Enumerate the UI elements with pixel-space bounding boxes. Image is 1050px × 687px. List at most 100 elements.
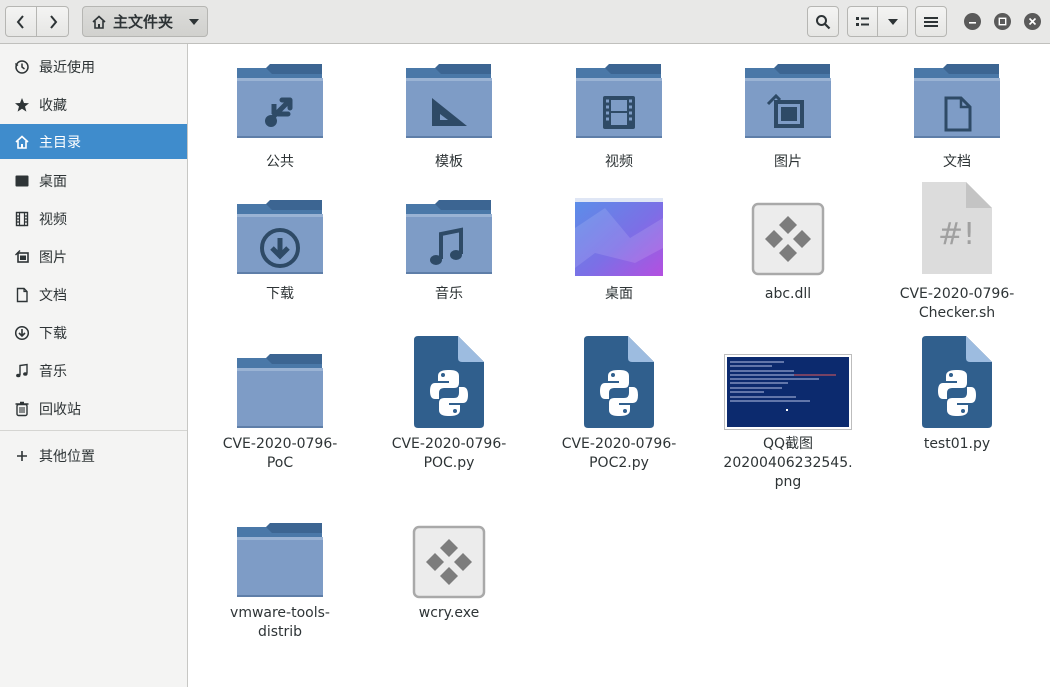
chevron-right-icon	[49, 14, 57, 29]
file-thumbnail	[713, 180, 863, 276]
sidebar-item-label: 最近使用	[39, 59, 95, 76]
file-icon-grid: 公共 模板 视频 图片 文档 下载 音乐 桌面 abc.dll #! CVE-2020-0796- …	[189, 44, 1050, 687]
path-label: 主文件夹	[113, 13, 174, 31]
folder-icon	[237, 523, 323, 597]
sidebar-item-label: 视频	[39, 211, 67, 228]
menu-button[interactable]	[915, 6, 947, 37]
file-manager-window: 主文件夹 最近使用 收藏 主目录 桌面 视频 图片 文档 下载 音乐 回收站 其…	[0, 0, 1050, 687]
sidebar-item-home[interactable]: 主目录	[0, 124, 187, 159]
download-icon	[13, 324, 31, 342]
star-icon	[13, 96, 31, 114]
file-thumbnail	[205, 503, 355, 599]
folder-icon	[576, 64, 662, 138]
file-name-label: CVE-2020-0796- PoC	[222, 436, 338, 471]
sidebar-item-recent[interactable]: 最近使用	[0, 49, 187, 84]
file-name-label: QQ截图 20200406232545. png	[723, 436, 853, 490]
list-view-icon	[855, 16, 869, 26]
file-name-label: 模板	[435, 154, 463, 170]
python-file-icon	[922, 336, 992, 428]
folder-icon	[745, 64, 831, 138]
sidebar-item-desktop[interactable]: 桌面	[0, 163, 187, 198]
sidebar-item-label: 音乐	[39, 363, 67, 380]
header-bar: 主文件夹	[0, 0, 1050, 44]
folder-icon	[406, 64, 492, 138]
folder-icon	[914, 64, 1000, 138]
home-icon	[92, 14, 106, 29]
search-button[interactable]	[807, 6, 839, 37]
file-name-label: CVE-2020-0796- POC.py	[391, 436, 507, 471]
svg-text:#!: #!	[938, 217, 975, 252]
file-thumbnail	[205, 44, 355, 140]
executable-file-icon	[751, 202, 825, 276]
maximize-button[interactable]	[994, 13, 1011, 30]
sidebar-item-other-locations[interactable]: 其他位置	[0, 438, 187, 473]
maximize-icon	[998, 17, 1007, 26]
music-icon	[13, 362, 31, 380]
path-bar-home-button[interactable]: 主文件夹	[82, 6, 208, 37]
file-name-label: CVE-2020-0796- Checker.sh	[899, 286, 1015, 321]
close-icon	[1028, 17, 1037, 26]
file-name-label: wcry.exe	[418, 605, 480, 621]
clock-icon	[13, 58, 31, 76]
caret-down-icon	[887, 18, 898, 25]
file-name-label: 视频	[605, 154, 633, 170]
sidebar-item-trash[interactable]: 回收站	[0, 391, 187, 426]
search-icon	[816, 14, 831, 29]
file-thumbnail	[544, 334, 694, 430]
folder-icon	[237, 64, 323, 138]
file-thumbnail	[205, 180, 355, 276]
film-icon	[13, 210, 31, 228]
screenshot-thumbnail	[724, 354, 852, 430]
plus-icon	[13, 447, 31, 465]
close-button[interactable]	[1024, 13, 1041, 30]
minimize-button[interactable]	[964, 13, 981, 30]
file-name-label: 公共	[266, 154, 294, 170]
sidebar-item-label: 收藏	[39, 97, 67, 114]
file-thumbnail	[713, 334, 863, 430]
file-name-label: 下载	[266, 286, 294, 302]
file-name-label: 文档	[943, 154, 971, 170]
file-name-label: 音乐	[435, 286, 463, 302]
executable-file-icon	[412, 525, 486, 599]
file-name-label: abc.dll	[764, 286, 812, 302]
file-thumbnail	[882, 334, 1032, 430]
view-options-dropdown[interactable]	[878, 6, 908, 37]
file-thumbnail	[374, 503, 524, 599]
back-button[interactable]	[5, 6, 37, 37]
picture-icon	[13, 248, 31, 266]
sidebar-item-music[interactable]: 音乐	[0, 353, 187, 388]
file-thumbnail	[882, 44, 1032, 140]
file-name-label: CVE-2020-0796- POC2.py	[561, 436, 677, 471]
sidebar-item-starred[interactable]: 收藏	[0, 87, 187, 122]
desktop-thumbnail	[575, 198, 663, 276]
sidebar-separator	[0, 430, 187, 431]
forward-button[interactable]	[37, 6, 69, 37]
desktop-icon	[13, 172, 31, 190]
chevron-left-icon	[16, 14, 24, 29]
sidebar-item-videos[interactable]: 视频	[0, 201, 187, 236]
file-thumbnail	[544, 44, 694, 140]
file-name-label: vmware-tools- distrib	[230, 605, 330, 640]
file-thumbnail: #!	[882, 180, 1032, 276]
sidebar-item-label: 文档	[39, 287, 67, 304]
sidebar: 最近使用 收藏 主目录 桌面 视频 图片 文档 下载 音乐 回收站 其他位置	[0, 44, 188, 687]
sidebar-item-pictures[interactable]: 图片	[0, 239, 187, 274]
sidebar-item-documents[interactable]: 文档	[0, 277, 187, 312]
file-thumbnail	[374, 334, 524, 430]
sidebar-item-label: 其他位置	[39, 448, 95, 465]
file-thumbnail	[374, 180, 524, 276]
shell-script-icon: #!	[922, 182, 992, 274]
sidebar-item-label: 图片	[39, 249, 67, 266]
sidebar-item-label: 回收站	[39, 401, 81, 418]
caret-down-icon	[189, 18, 199, 25]
folder-icon	[237, 354, 323, 428]
python-file-icon	[584, 336, 654, 428]
home-icon	[13, 133, 31, 151]
python-file-icon	[414, 336, 484, 428]
sidebar-item-downloads[interactable]: 下载	[0, 315, 187, 350]
file-thumbnail	[544, 180, 694, 276]
file-thumbnail	[713, 44, 863, 140]
list-view-button[interactable]	[847, 6, 878, 37]
sidebar-item-label: 桌面	[39, 173, 67, 190]
file-name-label: test01.py	[923, 436, 991, 452]
